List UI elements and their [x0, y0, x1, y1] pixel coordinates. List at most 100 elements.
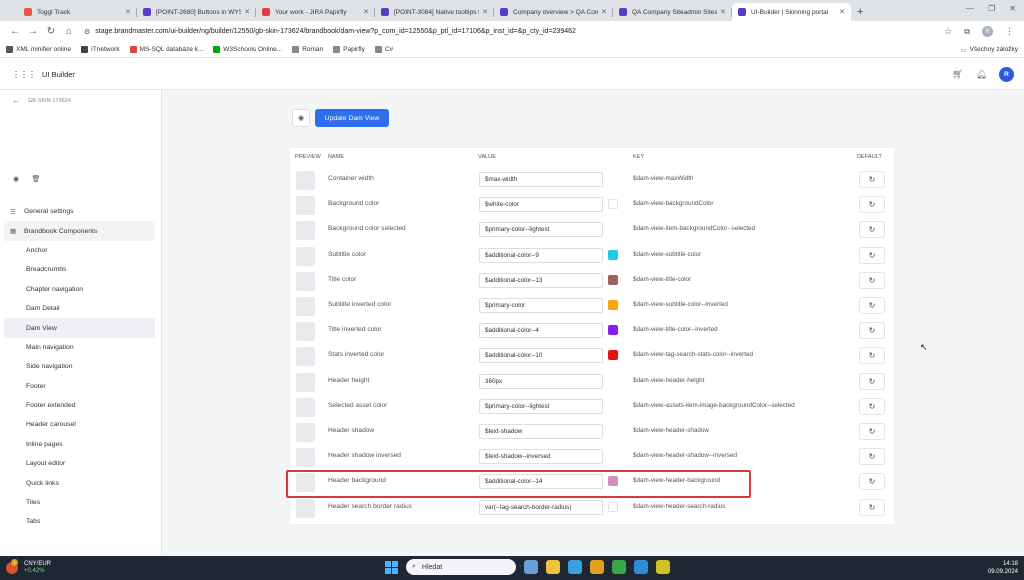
- bookmark-star-icon[interactable]: ☆: [944, 26, 952, 37]
- new-tab-button[interactable]: +: [857, 3, 863, 21]
- bookmark-item[interactable]: MS-SQL databáze k...: [129, 46, 203, 53]
- browser-profile-avatar[interactable]: R: [982, 26, 993, 37]
- bookmark-item[interactable]: C#: [374, 46, 393, 53]
- user-avatar[interactable]: R: [999, 66, 1014, 82]
- tab-close-icon[interactable]: ✕: [244, 8, 250, 16]
- browser-menu-icon[interactable]: ⋮: [1005, 26, 1014, 37]
- browser-tab[interactable]: QA Company Siteadmin Siteadm...✕: [613, 3, 732, 21]
- trash-icon[interactable]: 🗑︎: [29, 172, 43, 186]
- sidebar-item[interactable]: Anchor: [4, 241, 155, 260]
- site-info-icon[interactable]: ⚙: [84, 28, 90, 36]
- color-swatch[interactable]: [608, 300, 618, 310]
- taskbar-search[interactable]: ⌕ Hledat: [406, 559, 516, 575]
- currency-widget[interactable]: 1 CNY/EUR +0,42%: [6, 559, 51, 575]
- variable-value-input[interactable]: $max-width: [479, 172, 603, 187]
- tab-close-icon[interactable]: ✕: [125, 8, 131, 16]
- sidebar-item[interactable]: Chapter navigation: [4, 280, 155, 299]
- taskbar-app-icon[interactable]: [568, 560, 582, 574]
- sidebar-item[interactable]: Tiles: [4, 493, 155, 512]
- windows-start-icon[interactable]: [385, 560, 398, 574]
- variable-value-input[interactable]: $white-color: [479, 197, 603, 213]
- browser-tab[interactable]: Toggl Track ✕: [18, 3, 137, 21]
- back-icon[interactable]: ←: [6, 26, 24, 37]
- reload-icon[interactable]: ↻: [42, 26, 60, 37]
- variable-value-input[interactable]: $primary-color: [479, 298, 603, 313]
- sidebar-item[interactable]: Layout editor: [4, 454, 155, 473]
- taskbar-app-icon[interactable]: [656, 560, 670, 574]
- reset-default-button[interactable]: ↻: [859, 221, 885, 239]
- update-dam-view-button[interactable]: Update Dam View: [315, 109, 389, 127]
- variable-value-input[interactable]: var(--tag-search-border-radius): [479, 499, 603, 515]
- taskbar-app-icon[interactable]: [634, 560, 648, 574]
- sidebar-item[interactable]: ☰ General settings: [4, 202, 155, 221]
- app-grid-icon[interactable]: ⋮⋮⋮: [12, 70, 36, 79]
- cart-icon[interactable]: 🛒︎: [952, 69, 963, 80]
- reset-default-button[interactable]: ↻: [859, 246, 885, 264]
- color-swatch[interactable]: [608, 325, 618, 336]
- sidebar-item[interactable]: Inline pages: [4, 435, 155, 454]
- all-bookmarks[interactable]: ▭ Všechny záložky: [960, 46, 1018, 54]
- sidebar-item[interactable]: Footer: [4, 377, 155, 396]
- preview-eye-icon[interactable]: ◉: [9, 172, 23, 186]
- browser-tab[interactable]: [POINT-3084] Native tooltips fo...✕: [375, 3, 494, 21]
- restore-icon[interactable]: ❐: [988, 4, 995, 13]
- browser-tab[interactable]: Company overview > QA Comp...✕: [494, 3, 613, 21]
- browser-tab[interactable]: Your work - JIRA Papirfly ✕: [256, 3, 375, 21]
- color-swatch[interactable]: [608, 249, 618, 260]
- system-clock[interactable]: 14:18 09.09.2024: [988, 560, 1018, 576]
- reset-default-button[interactable]: ↻: [859, 322, 885, 340]
- reset-default-button[interactable]: ↻: [859, 196, 885, 214]
- extensions-icon[interactable]: ⧉: [964, 27, 970, 37]
- bell-icon[interactable]: 🔔︎: [976, 69, 987, 80]
- url-field[interactable]: ⚙ stage.brandmaster.com/ui-builder/ng/bu…: [84, 24, 944, 40]
- sidebar-item[interactable]: Dam Detail: [4, 299, 155, 318]
- reset-default-button[interactable]: ↻: [859, 423, 885, 440]
- sidebar-item[interactable]: Side navigation: [4, 357, 155, 376]
- forward-icon[interactable]: →: [24, 26, 42, 37]
- reset-default-button[interactable]: ↻: [859, 347, 885, 365]
- sidebar-item[interactable]: Footer extended: [4, 396, 155, 415]
- bookmark-item[interactable]: Roman: [292, 46, 323, 53]
- reset-default-button[interactable]: ↻: [859, 473, 885, 491]
- variable-value-input[interactable]: $text-shadow--inversed: [479, 449, 603, 465]
- reset-default-button[interactable]: ↻: [859, 372, 885, 390]
- variable-value-input[interactable]: $additional-color--9: [479, 247, 603, 263]
- variable-value-input[interactable]: $additional-color--13: [479, 272, 603, 288]
- sidebar-item[interactable]: Header carousel: [4, 415, 155, 434]
- color-swatch[interactable]: [608, 350, 618, 361]
- tab-close-icon[interactable]: ✕: [482, 8, 488, 16]
- reset-default-button[interactable]: ↻: [859, 297, 885, 314]
- variable-value-input[interactable]: $additional-color--10: [479, 348, 603, 364]
- tab-close-icon[interactable]: ✕: [601, 8, 607, 16]
- color-swatch[interactable]: [608, 274, 618, 285]
- reset-default-button[interactable]: ↻: [859, 498, 885, 516]
- taskbar-app-icon[interactable]: [590, 560, 604, 574]
- tab-close-icon[interactable]: ✕: [363, 8, 369, 16]
- taskbar-app-icon[interactable]: [612, 560, 626, 574]
- sidebar-item[interactable]: Quick links: [4, 473, 155, 492]
- home-icon[interactable]: ⌂: [60, 26, 78, 37]
- bookmark-item[interactable]: Papirfly: [333, 46, 365, 53]
- sidebar-item[interactable]: Dam View: [4, 318, 155, 338]
- preview-toggle-button[interactable]: ◉: [292, 109, 310, 127]
- tab-close-icon[interactable]: ✕: [720, 8, 726, 16]
- bookmark-item[interactable]: W3Schools Online...: [213, 46, 282, 53]
- taskbar-app-icon[interactable]: [524, 560, 538, 574]
- variable-value-input[interactable]: $additional-color--4: [479, 323, 603, 339]
- variable-value-input[interactable]: $primary-color--lightest: [479, 222, 603, 238]
- reset-default-button[interactable]: ↻: [859, 397, 885, 415]
- skin-breadcrumb[interactable]: ← GB-SKIN-173624: [12, 96, 71, 105]
- reset-default-button[interactable]: ↻: [859, 271, 885, 289]
- variable-value-input[interactable]: $primary-color--lightest: [479, 398, 603, 414]
- browser-tab[interactable]: UI-Builder | Skinning portal ✕: [732, 3, 851, 21]
- minimize-icon[interactable]: —: [966, 4, 974, 13]
- taskbar-app-icon[interactable]: [546, 560, 560, 574]
- color-swatch[interactable]: [608, 501, 618, 512]
- sidebar-item[interactable]: Breadcrumbs: [4, 260, 155, 279]
- sidebar-item[interactable]: Main navigation: [4, 338, 155, 357]
- bookmark-item[interactable]: ITnetwork: [81, 46, 120, 53]
- sidebar-item[interactable]: Tabs: [4, 512, 155, 531]
- close-window-icon[interactable]: ✕: [1009, 4, 1016, 13]
- sidebar-item[interactable]: ▦ Brandbook Components: [4, 221, 155, 241]
- variable-value-input[interactable]: 360px: [479, 373, 603, 389]
